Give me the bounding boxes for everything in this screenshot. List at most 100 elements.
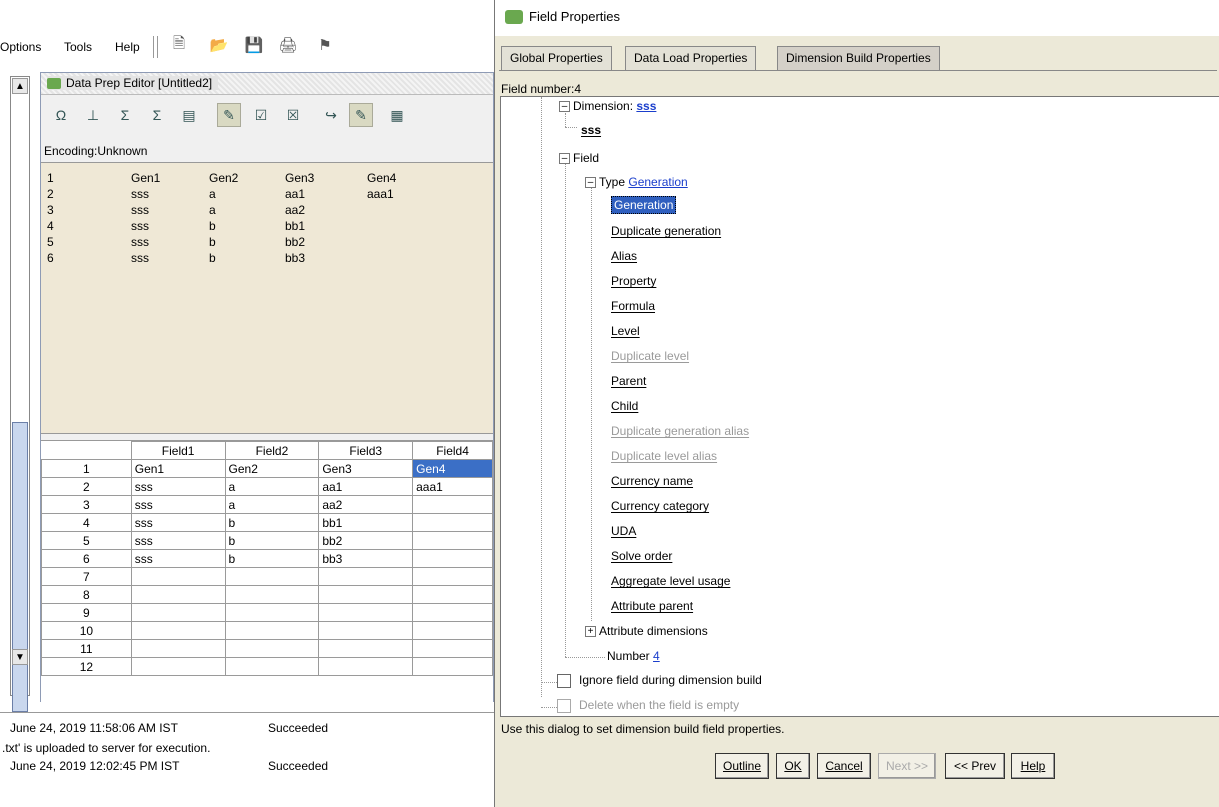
collapse-icon[interactable]: –: [559, 101, 570, 113]
column-header[interactable]: Field2: [224, 441, 320, 460]
editor-title: Data Prep Editor [Untitled2]: [66, 76, 213, 90]
toolbar-separator: [153, 36, 154, 58]
table-row: 7: [41, 567, 493, 586]
dimension-child-node: sss: [581, 123, 601, 137]
raw-data-panel: 1 Gen1 Gen2 Gen3 Gen4 2 sss a aa1 aaa1 3…: [41, 162, 493, 434]
tree-connector: [565, 113, 566, 127]
properties-tree: – Dimension: sss sss – Field – Type Generat…: [500, 96, 1219, 717]
toolbar-separator: [157, 36, 158, 58]
type-option-alias[interactable]: Alias: [611, 249, 637, 263]
scroll-up-arrow-icon[interactable]: ▲: [12, 78, 28, 94]
expand-icon[interactable]: +: [585, 626, 596, 638]
menu-help[interactable]: Help: [115, 40, 140, 54]
log-time: June 24, 2019 11:58:06 AM IST: [10, 721, 178, 735]
selected-cell[interactable]: Gen4: [412, 459, 493, 478]
attribute-dimensions-node: + Attribute dimensions: [585, 624, 708, 638]
tab-global-properties[interactable]: Global Properties: [501, 46, 612, 70]
field-check-icon[interactable]: ☑: [249, 103, 273, 127]
log-status: Succeeded: [268, 759, 329, 773]
number-value-link[interactable]: 4: [653, 649, 660, 663]
hierarchy-icon[interactable]: ⊥: [81, 103, 105, 127]
menu-tools[interactable]: Tools: [64, 40, 92, 54]
column-header[interactable]: Field1: [130, 441, 226, 460]
dimension-icon[interactable]: Ω: [49, 103, 73, 127]
prev-button[interactable]: << Prev: [945, 753, 1005, 779]
tree-connector: [565, 657, 605, 658]
type-option-duplicate-level-alias: Duplicate level alias: [611, 449, 718, 463]
field-delete-icon[interactable]: ☒: [281, 103, 305, 127]
open-icon[interactable]: 📂: [208, 34, 230, 56]
outline-icon[interactable]: ▦: [385, 103, 409, 127]
type-option-duplicate-generation[interactable]: Duplicate generation: [611, 224, 721, 238]
table-row: 1 Gen1 Gen2 Gen3 Gen4: [41, 459, 493, 478]
delete-empty-label: Delete when the field is empty: [579, 698, 740, 712]
select-record-icon[interactable]: ↪: [319, 103, 343, 127]
table-row: 5 sss b bb2: [41, 531, 493, 550]
main-application: Options Tools Help 🗎 📂 💾 🖨 ⚑ ▲ ▼ Data Pr…: [0, 0, 494, 807]
ignore-field-checkbox[interactable]: [557, 673, 571, 688]
table-row: 2 sss a aa1 aaa1: [41, 477, 493, 496]
table-row: 11: [41, 639, 493, 658]
tab-data-load-properties[interactable]: Data Load Properties: [625, 46, 757, 70]
ok-button[interactable]: OK: [776, 753, 810, 779]
ignore-field-label: Ignore field during dimension build: [579, 673, 762, 687]
field-node: – Field: [559, 151, 599, 165]
type-option-generation[interactable]: Generation: [611, 196, 677, 214]
dialog-title: Field Properties: [529, 9, 621, 24]
type-option-solve-order[interactable]: Solve order: [611, 549, 672, 563]
replace-icon[interactable]: Σ: [145, 103, 169, 127]
tree-connector: [541, 682, 557, 683]
collapse-icon[interactable]: –: [559, 153, 570, 165]
type-option-currency-category[interactable]: Currency category: [611, 499, 709, 513]
tree-connector: [591, 187, 592, 621]
tree-connector: [541, 707, 557, 708]
number-node: Number 4: [607, 649, 660, 663]
edit-icon[interactable]: ✎: [349, 103, 373, 127]
scrollbar-thumb[interactable]: [12, 422, 28, 712]
outline-button[interactable]: Outline: [715, 753, 769, 779]
tab-dimension-build-properties[interactable]: Dimension Build Properties: [777, 46, 940, 70]
field-properties-dialog: Field Properties Global Properties Data …: [494, 0, 1219, 807]
field-grid: Field1 Field2 Field3 Field4 1 Gen1 Gen2 Gen…: [41, 440, 493, 702]
table-row: 8: [41, 585, 493, 604]
dimension-value-link[interactable]: sss: [636, 99, 656, 113]
type-option-duplicate-level: Duplicate level: [611, 349, 690, 363]
print-icon[interactable]: 🖨: [277, 34, 299, 56]
type-option-level[interactable]: Level: [611, 324, 640, 338]
save-icon[interactable]: 💾: [243, 34, 265, 56]
tree-connector: [565, 161, 566, 657]
column-header[interactable]: Field3: [318, 441, 414, 460]
log-message: .txt' is uploaded to server for executio…: [2, 741, 211, 755]
delete-empty-row: Delete when the field is empty: [557, 698, 739, 713]
field-properties-icon: [505, 10, 523, 24]
type-option-property[interactable]: Property: [611, 274, 656, 288]
type-option-aggregate-level-usage[interactable]: Aggregate level usage: [611, 574, 730, 588]
dimension-child-option[interactable]: sss: [581, 123, 601, 137]
log-status: Succeeded: [268, 721, 329, 735]
table-row: 10: [41, 621, 493, 640]
delete-empty-checkbox: [557, 698, 571, 713]
sort-icon[interactable]: Σ: [113, 103, 137, 127]
abc-icon[interactable]: ▤: [177, 103, 201, 127]
type-option-attribute-parent[interactable]: Attribute parent: [611, 599, 693, 613]
collapse-icon[interactable]: –: [585, 177, 596, 189]
type-option-currency-name[interactable]: Currency name: [611, 474, 693, 488]
help-button[interactable]: Help: [1011, 753, 1055, 779]
column-header[interactable]: Field4: [412, 441, 493, 460]
vertical-scrollbar[interactable]: ▲ ▼: [10, 76, 30, 712]
new-icon[interactable]: 🗎: [168, 34, 190, 56]
type-value-link[interactable]: Generation: [628, 175, 687, 189]
message-log: June 24, 2019 11:58:06 AM IST Succeeded …: [0, 712, 494, 807]
tree-connector: [541, 97, 542, 697]
type-option-formula[interactable]: Formula: [611, 299, 655, 313]
type-option-parent[interactable]: Parent: [611, 374, 646, 388]
scroll-down-arrow-icon[interactable]: ▼: [12, 649, 28, 665]
table-header-row: Field1 Field2 Field3 Field4: [41, 441, 493, 460]
type-option-child[interactable]: Child: [611, 399, 638, 413]
menu-options[interactable]: Options: [0, 40, 41, 54]
cancel-button[interactable]: Cancel: [817, 753, 871, 779]
table-row: 9: [41, 603, 493, 622]
server-icon[interactable]: ⚑: [314, 34, 336, 56]
type-option-uda[interactable]: UDA: [611, 524, 636, 538]
field-properties-icon[interactable]: ✎: [217, 103, 241, 127]
